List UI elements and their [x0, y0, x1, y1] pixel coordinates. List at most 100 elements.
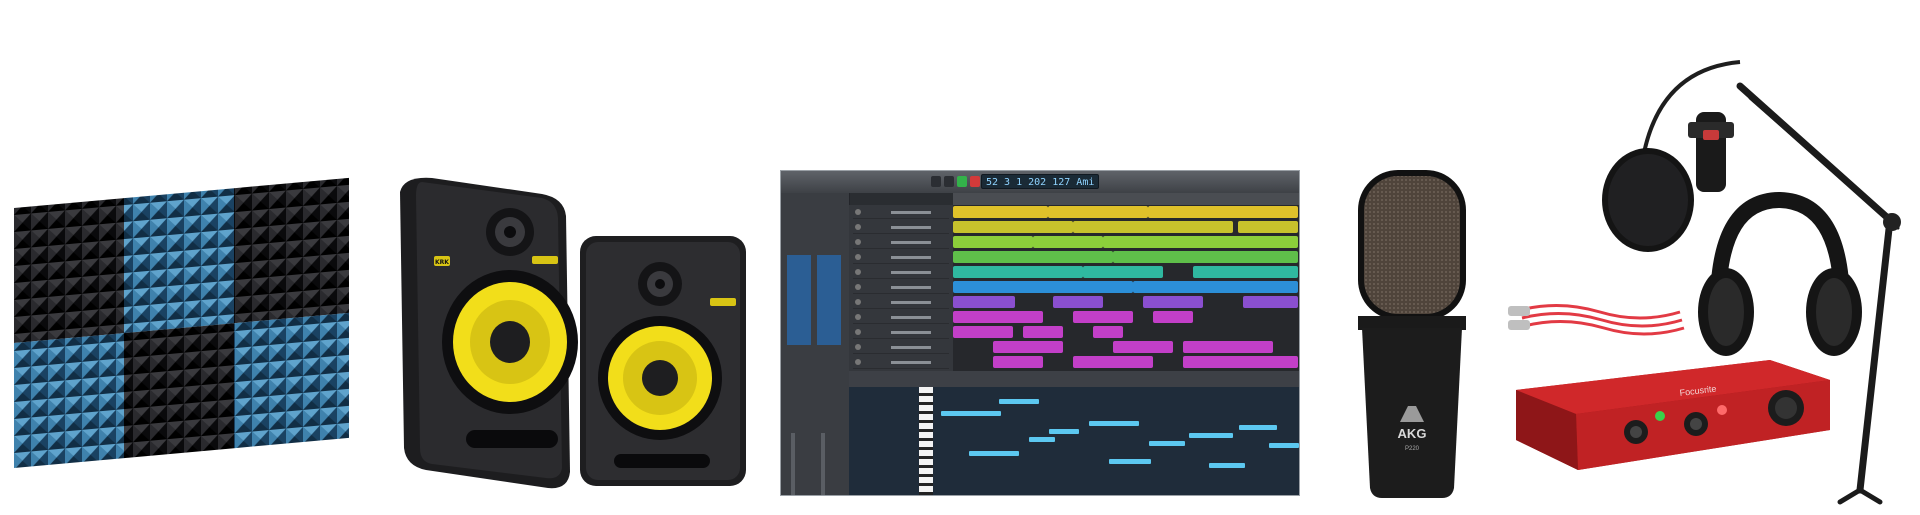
midi-note	[1029, 437, 1055, 442]
audio-region	[1048, 206, 1148, 218]
midi-note	[1049, 429, 1079, 434]
track-name-bar	[891, 301, 931, 304]
track-dot-icon	[855, 254, 861, 260]
inspector-region-a	[787, 255, 811, 345]
audio-region	[1083, 266, 1163, 278]
daw-track-headers	[849, 205, 953, 371]
inspector-region-b	[817, 255, 841, 345]
track-dot-icon	[855, 239, 861, 245]
audio-region	[1243, 296, 1298, 308]
audio-region	[1183, 356, 1298, 368]
midi-note	[999, 399, 1039, 404]
right-speaker	[580, 236, 746, 486]
audio-region	[1073, 356, 1153, 368]
midi-note	[1089, 421, 1139, 426]
fader-left	[791, 433, 795, 495]
play-icon	[957, 176, 967, 187]
daw-arrange-area	[953, 205, 1299, 371]
daw-toolbar: 52 3 1 202 127 Ami ♩120	[781, 171, 1299, 193]
track-header	[853, 326, 949, 339]
track-name-bar	[891, 316, 931, 319]
track-dot-icon	[855, 359, 861, 365]
piano-keys	[919, 387, 933, 495]
track-header	[853, 311, 949, 324]
mic-model-label: P220	[1405, 446, 1420, 452]
audio-region	[953, 311, 1043, 323]
track-name-bar	[891, 331, 931, 334]
track-dot-icon	[855, 314, 861, 320]
track-header	[853, 356, 949, 369]
record-icon	[970, 176, 980, 187]
recording-bundle: Focusrite	[1500, 50, 1912, 508]
track-header	[853, 281, 949, 294]
track-name-bar	[891, 226, 931, 229]
track-dot-icon	[855, 299, 861, 305]
audio-region	[1148, 206, 1298, 218]
audio-region	[1153, 311, 1193, 323]
track-header	[853, 296, 949, 309]
midi-note	[1239, 425, 1277, 430]
track-header	[853, 266, 949, 279]
track-dot-icon	[855, 209, 861, 215]
track-header	[853, 341, 949, 354]
audio-region	[953, 326, 1013, 338]
track-name-bar	[891, 286, 931, 289]
midi-note	[1209, 463, 1245, 468]
audio-region	[953, 251, 1113, 263]
audio-region	[1193, 266, 1298, 278]
track-name-bar	[891, 211, 931, 214]
product-strip: KRK 52 3 1 202 127 Ami AKG P220 Focusrit…	[0, 0, 1920, 515]
audio-region	[1143, 296, 1203, 308]
audio-region	[1073, 311, 1133, 323]
fader-right	[821, 433, 825, 495]
midi-note	[1149, 441, 1185, 446]
audio-region	[953, 206, 1048, 218]
daw-lcd-display: 52 3 1 202 127 Ami ♩120	[981, 174, 1099, 189]
midi-note	[1109, 459, 1151, 464]
audio-region	[953, 266, 1083, 278]
audio-region	[1113, 251, 1298, 263]
audio-region	[1093, 326, 1123, 338]
midi-note	[1269, 443, 1299, 448]
stop-icon	[944, 176, 954, 187]
audio-region	[1073, 221, 1233, 233]
audio-region	[1053, 296, 1103, 308]
audio-region	[1238, 221, 1298, 233]
editor-toolbar	[849, 371, 1299, 387]
track-dot-icon	[855, 329, 861, 335]
daw-software-screenshot: 52 3 1 202 127 Ami ♩120	[780, 170, 1300, 496]
audio-region	[1033, 236, 1103, 248]
track-dot-icon	[855, 344, 861, 350]
mic-brand-label: AKG	[1398, 426, 1427, 441]
track-header	[853, 206, 949, 219]
midi-note	[969, 451, 1019, 456]
midi-note	[1189, 433, 1233, 438]
condenser-microphone: AKG P220	[1352, 166, 1472, 502]
audio-region	[993, 341, 1063, 353]
daw-ruler	[953, 193, 1299, 205]
audio-region	[993, 356, 1043, 368]
xlr-cable	[1519, 304, 1685, 336]
track-header	[853, 251, 949, 264]
audio-region	[1183, 341, 1273, 353]
track-name-bar	[891, 256, 931, 259]
midi-note	[941, 411, 1001, 416]
track-name-bar	[891, 361, 931, 364]
track-header	[853, 221, 949, 234]
track-name-bar	[891, 346, 931, 349]
track-header	[853, 236, 949, 249]
left-speaker: KRK	[400, 177, 578, 489]
track-dot-icon	[855, 269, 861, 275]
track-dot-icon	[855, 284, 861, 290]
track-dot-icon	[855, 224, 861, 230]
audio-region	[1103, 236, 1298, 248]
studio-monitor-speakers: KRK	[392, 172, 752, 490]
acoustic-foam-panels	[14, 168, 354, 474]
audio-region	[1023, 326, 1063, 338]
track-name-bar	[891, 271, 931, 274]
audio-region	[953, 236, 1033, 248]
daw-inspector	[781, 193, 850, 495]
rewind-icon	[931, 176, 941, 187]
krk-logo-left: KRK	[435, 259, 449, 266]
audio-region	[953, 296, 1015, 308]
